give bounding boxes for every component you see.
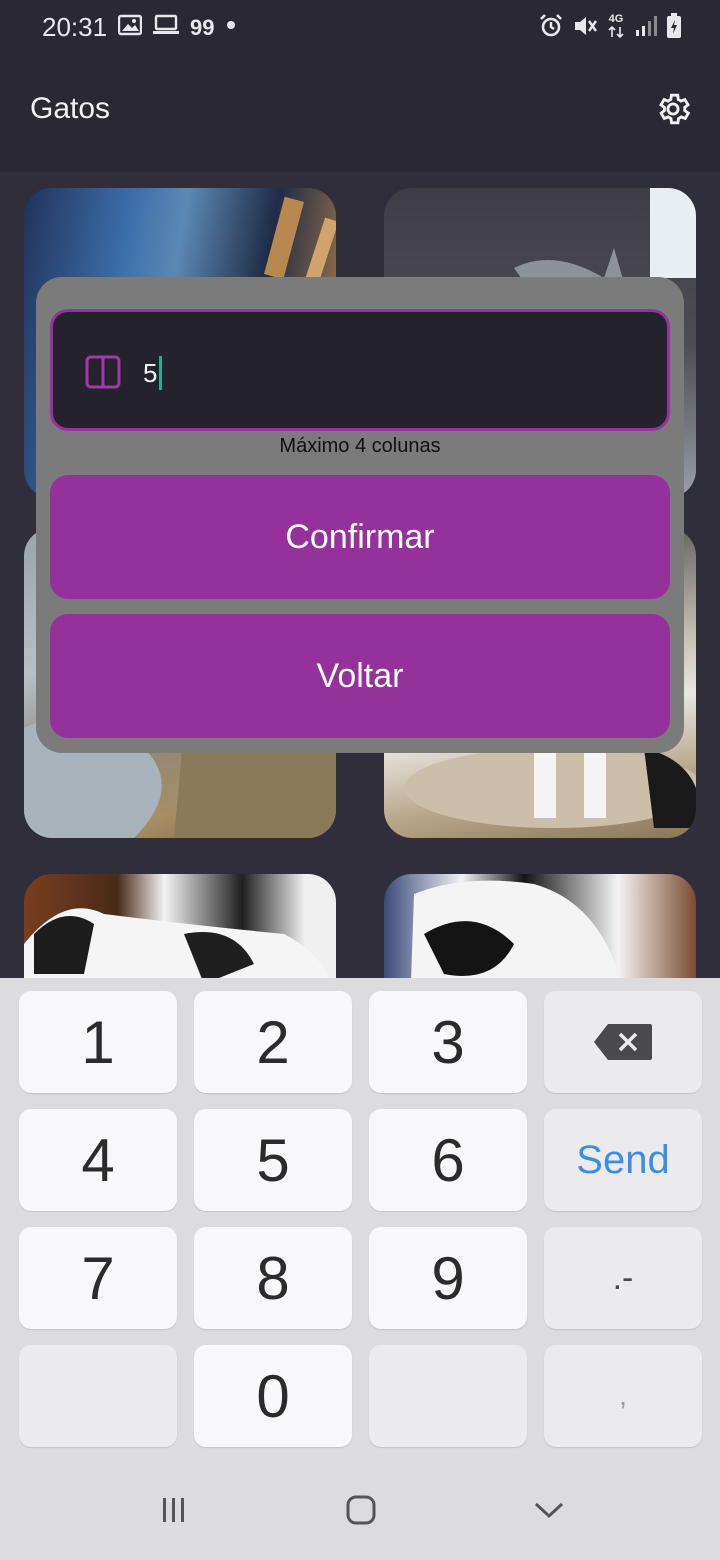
backspace-icon [594,1024,652,1060]
confirm-button[interactable]: Confirmar [50,475,670,599]
laptop-icon [152,14,180,41]
status-time: 20:31 [42,12,108,42]
back-icon [534,1502,564,1519]
key-1[interactable]: 1 [19,991,177,1093]
helper-text: Máximo 4 colunas [279,435,441,457]
recent-apps-icon [163,1498,184,1522]
system-nav-bar [0,1460,720,1560]
key-0[interactable]: 0 [194,1345,352,1447]
send-key[interactable]: Send [544,1109,702,1211]
key-3[interactable]: 3 [369,991,527,1093]
signal-icon [634,14,658,43]
back-button[interactable]: Voltar [50,614,670,738]
key-7[interactable]: 7 [19,1227,177,1329]
empty-key-left [19,1345,177,1447]
status-right-icons: 4G [538,13,682,44]
home-button[interactable] [331,1490,391,1530]
columns-icon [85,355,121,389]
backspace-key[interactable] [544,991,702,1093]
alarm-icon [538,13,564,44]
empty-key-right [369,1345,527,1447]
back-nav-button[interactable] [519,1490,579,1530]
symbol-key[interactable]: .- [544,1227,702,1329]
key-6[interactable]: 6 [369,1109,527,1211]
status-left-icons: 99 [117,14,238,41]
columns-input[interactable]: 5 [50,309,670,431]
status-bar: 20:31 99 4G [0,0,720,54]
recent-apps-button[interactable] [144,1490,204,1530]
key-8[interactable]: 8 [194,1227,352,1329]
app-bar: Gatos [0,54,720,172]
key-9[interactable]: 9 [369,1227,527,1329]
battery-charging-icon [666,13,682,44]
text-caret [159,356,163,390]
cat-photo[interactable] [24,874,336,978]
columns-dialog: 5 Máximo 4 colunas Confirmar Voltar [36,277,684,753]
key-2[interactable]: 2 [194,991,352,1093]
status-badge: 99 [190,14,215,40]
mute-icon [572,13,598,44]
image-icon [117,14,143,41]
home-icon [346,1495,376,1525]
settings-button[interactable] [654,90,692,128]
notification-dot-icon [224,18,238,37]
comma-key[interactable]: , [544,1345,702,1447]
input-value: 5 [143,357,158,388]
key-4[interactable]: 4 [19,1109,177,1211]
page-title: Gatos [30,92,111,125]
numeric-keyboard: 1 2 3 4 5 6 Send 7 8 9 .- 0 , [0,978,720,1460]
gear-icon [659,93,691,125]
network-4g-icon: 4G [606,14,626,43]
input-value-wrapper: 5 [143,356,163,390]
key-5[interactable]: 5 [194,1109,352,1211]
cat-photo[interactable] [384,874,696,978]
